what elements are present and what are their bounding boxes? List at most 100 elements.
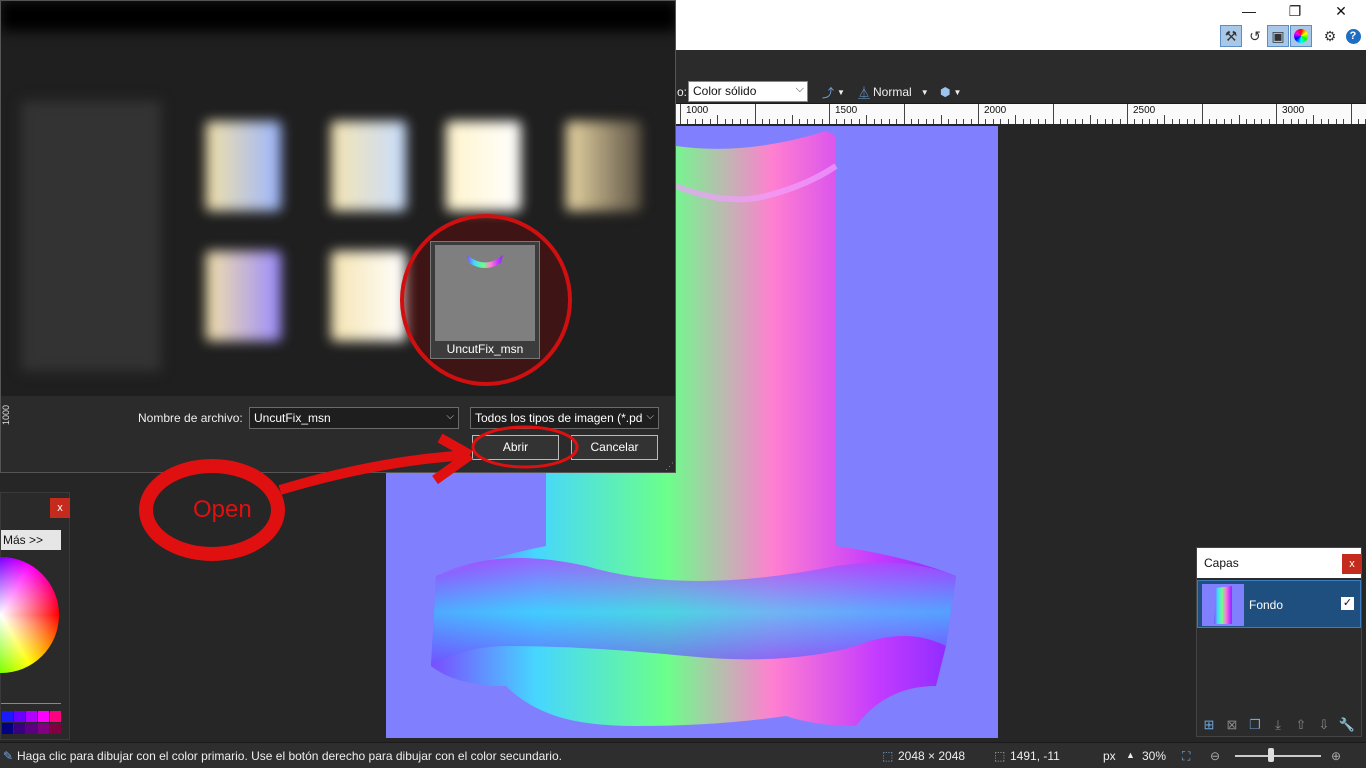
ruler-tick <box>1104 119 1106 124</box>
palette-swatch[interactable] <box>14 711 25 722</box>
restore-button[interactable]: ❐ <box>1272 0 1318 22</box>
ruler-tick <box>1171 119 1173 124</box>
ruler-tick <box>1022 119 1024 124</box>
move-layer-up-icon[interactable]: ⇧ <box>1292 716 1310 734</box>
colors-icon[interactable] <box>1290 25 1312 47</box>
ruler-tick <box>799 119 801 124</box>
palette-swatch[interactable] <box>14 723 25 734</box>
ruler-tick <box>881 119 883 124</box>
brush-icon: ✎ <box>3 749 14 763</box>
layer-row[interactable]: Fondo ✓ <box>1197 580 1361 628</box>
ruler-tick <box>1276 104 1277 124</box>
palette-swatch[interactable] <box>38 711 49 722</box>
ruler-tick <box>992 119 994 124</box>
ruler-tick <box>1127 104 1128 124</box>
history-icon[interactable]: ↺ <box>1244 25 1266 47</box>
ruler-tick <box>1186 119 1188 124</box>
close-layers-button[interactable]: x <box>1342 554 1362 574</box>
layer-visibility-checkbox[interactable]: ✓ <box>1341 597 1354 610</box>
zoom-out-icon[interactable]: ⊖ <box>1210 749 1220 763</box>
layer-name: Fondo <box>1249 598 1284 612</box>
cursor-icon: ⬚ <box>994 749 1006 763</box>
delete-layer-icon[interactable]: ⊠ <box>1223 716 1241 734</box>
palette-swatch[interactable] <box>50 723 61 734</box>
ruler-tick <box>1343 119 1345 124</box>
ruler-tick <box>821 119 823 124</box>
selected-file-name: UncutFix_msn <box>446 342 524 356</box>
unit-selector[interactable]: px <box>1103 749 1116 763</box>
antialias-icon: ⤴ <box>822 85 835 100</box>
chevron-up-icon[interactable]: ▲ <box>1126 750 1135 760</box>
zoom-slider-thumb[interactable] <box>1268 748 1274 762</box>
settings-icon[interactable]: ⚙ <box>1319 25 1341 47</box>
ruler-tick <box>985 119 987 124</box>
ruler-tick <box>739 119 741 124</box>
ruler-tick <box>873 119 875 124</box>
image-size: 2048 × 2048 <box>898 749 966 763</box>
ruler-tick <box>1328 119 1330 124</box>
ruler-tick <box>1149 119 1151 124</box>
ruler-tick <box>1059 119 1061 124</box>
file-thumbnail <box>566 121 641 211</box>
fill-mode-select[interactable]: Color sólido ⌵ <box>688 81 808 102</box>
palette-swatch[interactable] <box>50 711 61 722</box>
ruler-tick <box>910 119 912 124</box>
ruler-tick <box>843 119 845 124</box>
ruler-tick <box>978 104 979 124</box>
color-wheel[interactable] <box>0 557 59 673</box>
layer-properties-icon[interactable]: 🔧 <box>1338 716 1356 734</box>
add-layer-icon[interactable]: ⊞ <box>1200 716 1218 734</box>
ruler-tick <box>687 119 689 124</box>
close-colors-button[interactable]: x <box>50 498 70 518</box>
antialias-selector[interactable]: ⤴ ▼ <box>822 82 845 102</box>
ruler-tick <box>1015 115 1017 124</box>
ruler-tick <box>836 119 838 124</box>
ruler-tick <box>1238 115 1240 124</box>
move-layer-down-icon[interactable]: ⇩ <box>1315 716 1333 734</box>
palette-swatch[interactable] <box>2 711 13 722</box>
ruler-tick <box>955 119 957 124</box>
zoom-slider-track[interactable] <box>1235 755 1321 757</box>
ruler-tick <box>1000 119 1002 124</box>
help-icon[interactable]: ? <box>1342 25 1364 47</box>
ruler-tick <box>1164 115 1166 124</box>
selected-file-item[interactable]: UncutFix_msn <box>430 241 540 359</box>
file-thumbnail <box>206 251 281 341</box>
blend-mode-value: Normal <box>873 85 912 99</box>
ruler-tick <box>709 119 711 124</box>
ruler-tick <box>866 115 868 124</box>
ruler-tick <box>776 119 778 124</box>
palette-swatch[interactable] <box>26 711 37 722</box>
ruler-tick <box>732 119 734 124</box>
open-file-dialog: UncutFix_msn Nombre de archivo: UncutFix… <box>0 0 676 473</box>
blend-mode-selector[interactable]: ⏅ Normal ▼ <box>858 82 929 102</box>
zoom-to-window-icon[interactable]: ⛶ <box>1182 749 1190 764</box>
ruler-tick <box>1223 119 1225 124</box>
ruler-tick <box>1097 119 1099 124</box>
duplicate-layer-icon[interactable]: ❐ <box>1246 716 1264 734</box>
ruler-tick <box>1298 119 1300 124</box>
status-hint: Haga clic para dibujar con el color prim… <box>17 749 562 763</box>
minimize-button[interactable]: — <box>1226 0 1272 22</box>
fill-mode-label: o: <box>677 85 688 99</box>
ruler-tick <box>940 115 942 124</box>
zoom-in-icon[interactable]: ⊕ <box>1331 749 1341 763</box>
ruler-tick <box>1037 119 1039 124</box>
palette-swatch[interactable] <box>2 723 13 734</box>
palette-swatch[interactable] <box>38 723 49 734</box>
more-colors-button[interactable]: Más >> <box>1 530 61 550</box>
close-window-button[interactable]: ✕ <box>1318 0 1364 22</box>
palette-swatch[interactable] <box>26 723 37 734</box>
sampling-selector[interactable]: ⬢ ▼ <box>940 82 961 102</box>
zoom-level[interactable]: 30% <box>1142 749 1166 763</box>
ruler-tick <box>1313 115 1315 124</box>
status-bar: ✎ Haga clic para dibujar con el color pr… <box>0 742 1366 768</box>
ruler-label: 2500 <box>1133 105 1156 116</box>
tools-icon[interactable]: ⚒ <box>1220 25 1242 47</box>
ruler-tick <box>761 119 763 124</box>
layers-icon[interactable]: ▣ <box>1267 25 1289 47</box>
ruler-tick <box>1335 119 1337 124</box>
ruler-tick <box>858 119 860 124</box>
merge-layer-icon[interactable]: ⤓ <box>1269 716 1287 734</box>
ruler-tick <box>1350 104 1352 124</box>
